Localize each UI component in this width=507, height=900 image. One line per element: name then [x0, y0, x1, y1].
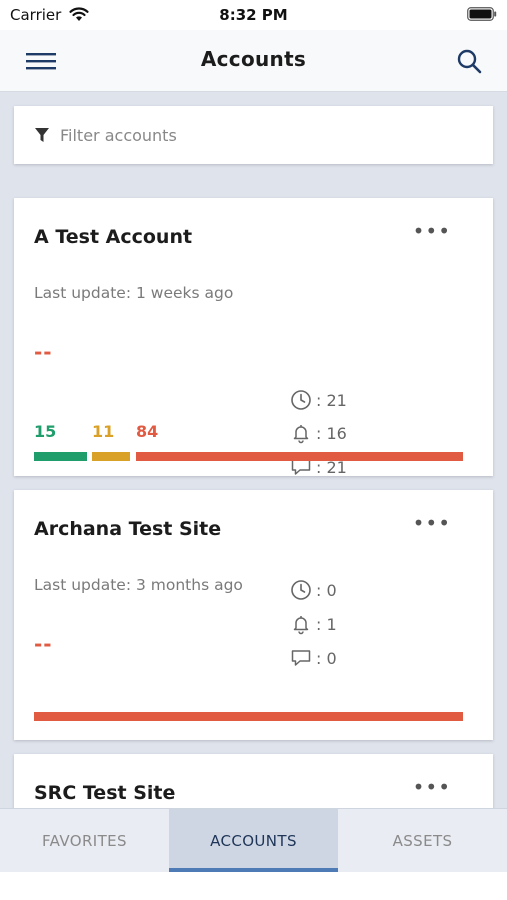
chat-stat: : 0	[290, 645, 337, 671]
funnel-icon	[35, 128, 49, 142]
account-name: Archana Test Site	[34, 518, 222, 540]
filter-bar[interactable]	[14, 106, 493, 164]
search-icon[interactable]	[455, 47, 483, 75]
account-name: SRC Test Site	[34, 782, 176, 804]
account-card[interactable]: SRC Test Site •••	[14, 754, 493, 808]
more-options-icon[interactable]: •••	[413, 777, 451, 797]
more-options-icon[interactable]: •••	[413, 513, 451, 533]
tab-accounts[interactable]: ACCOUNTS	[169, 809, 338, 872]
filter-input[interactable]	[60, 125, 460, 145]
score-placeholder: --	[34, 632, 53, 656]
bell-stat-value: : 16	[316, 423, 347, 443]
clock-stat: : 21	[290, 387, 347, 413]
bell-icon	[293, 616, 309, 635]
bell-stat: : 1	[290, 611, 337, 637]
progress-bar-yellow	[92, 452, 130, 461]
progress-bar-green	[34, 452, 87, 461]
clock-stat: : 0	[290, 577, 337, 603]
account-card[interactable]: A Test Account ••• Last update: 1 weeks …	[14, 198, 493, 477]
score-placeholder: --	[34, 340, 53, 364]
home-indicator-area	[0, 872, 507, 900]
clock-icon	[291, 390, 311, 410]
clock-stat-value: : 21	[316, 390, 347, 410]
last-update-text: Last update: 1 weeks ago	[34, 284, 234, 302]
chat-stat-value: : 0	[316, 648, 337, 668]
accounts-list[interactable]: A Test Account ••• Last update: 1 weeks …	[0, 92, 507, 808]
account-name: A Test Account	[34, 226, 193, 248]
bell-stat-value: : 1	[316, 614, 337, 634]
progress-bar-red	[34, 712, 463, 721]
tab-bar: FAVORITES ACCOUNTS ASSETS	[0, 808, 507, 872]
bell-icon	[293, 425, 309, 444]
clock-stat-value: : 0	[316, 580, 337, 600]
tab-favorites[interactable]: FAVORITES	[0, 809, 169, 872]
nav-bar: Accounts	[0, 30, 507, 92]
account-card[interactable]: Archana Test Site ••• Last update: 3 mon…	[14, 490, 493, 740]
tab-assets[interactable]: ASSETS	[338, 809, 507, 872]
bell-stat: : 16	[290, 420, 347, 446]
count-red: 84	[136, 422, 159, 441]
count-yellow: 11	[92, 422, 115, 441]
status-bar: Carrier 8:32 PM	[0, 0, 507, 30]
hamburger-menu-icon[interactable]	[24, 49, 58, 73]
page-title: Accounts	[200, 47, 307, 71]
count-green: 15	[34, 422, 57, 441]
more-options-icon[interactable]: •••	[413, 221, 451, 241]
chat-bubble-icon	[291, 650, 311, 666]
clock-time: 8:32 PM	[219, 6, 288, 24]
clock-icon	[291, 580, 311, 600]
progress-bar-red	[136, 452, 463, 461]
battery-icon	[467, 7, 497, 21]
last-update-text: Last update: 3 months ago	[34, 576, 243, 594]
